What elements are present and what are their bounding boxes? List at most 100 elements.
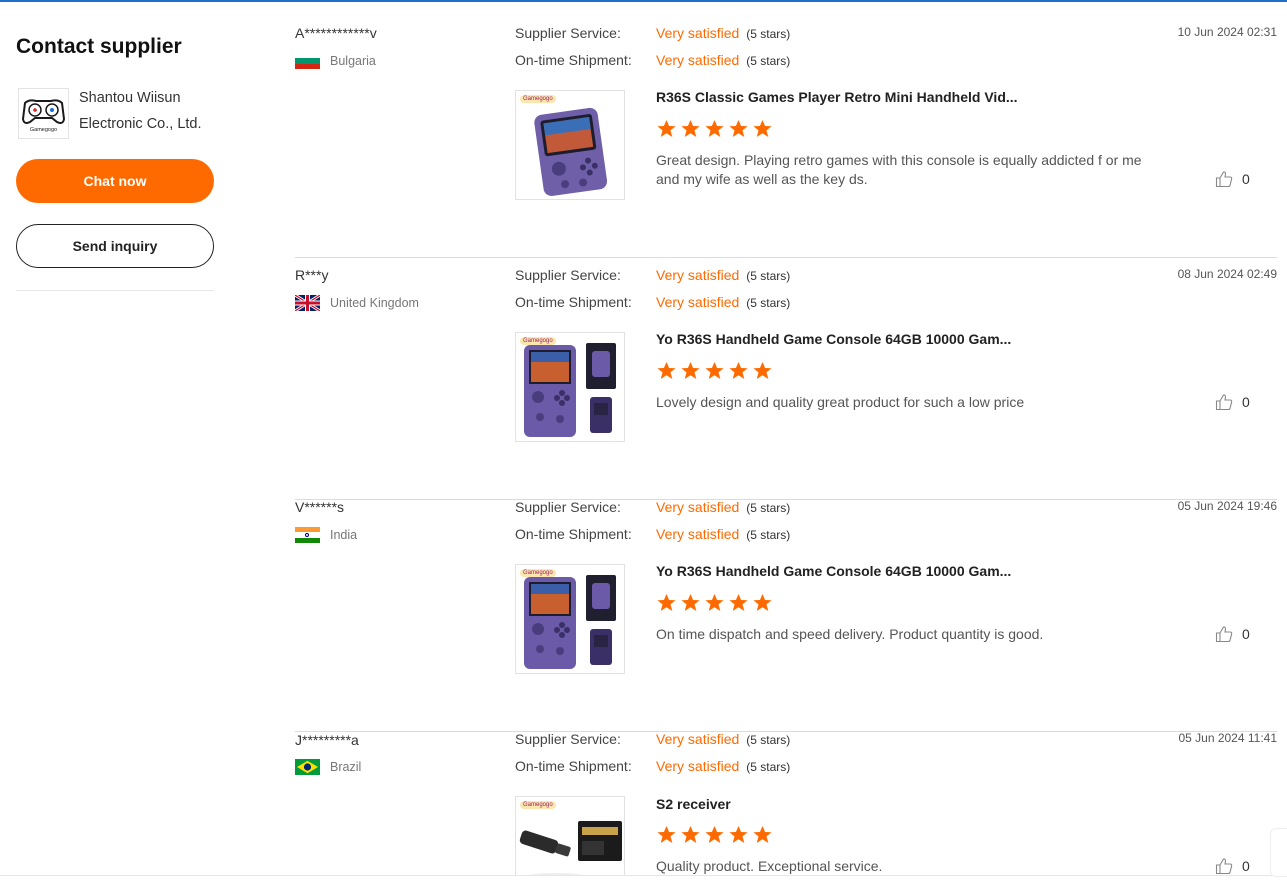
supplier-service-stars: (5 stars)	[746, 501, 791, 515]
flag-bulgaria-icon	[295, 53, 320, 69]
supplier-name-line2: Electronic Co., Ltd.	[79, 116, 202, 132]
supplier-service-stars: (5 stars)	[746, 27, 791, 41]
logo-text: Gamegogo	[30, 127, 57, 133]
rating-stars	[656, 361, 773, 381]
bottom-border	[0, 875, 1287, 876]
star-icon	[705, 362, 724, 379]
star-icon	[705, 120, 724, 137]
supplier-service-label: Supplier Service:	[515, 25, 621, 41]
supplier-service-rating: Supplier Service: Very satisfied (5 stars)	[515, 499, 790, 515]
review-comment: On time dispatch and speed delivery. Pro…	[656, 626, 1044, 642]
star-icon	[753, 826, 772, 843]
review-item: J*********a Brazil Supplier Service: Very…	[295, 732, 1277, 875]
flag-brazil-icon	[295, 759, 320, 775]
supplier-service-label: Supplier Service:	[515, 732, 621, 747]
star-icon	[681, 594, 700, 611]
shipment-label: On-time Shipment:	[515, 758, 632, 774]
star-icon	[753, 362, 772, 379]
top-accent-line	[0, 0, 1287, 2]
product-image[interactable]: Gamegogo	[515, 332, 625, 442]
review-date: 08 Jun 2024 02:49	[1177, 267, 1277, 281]
review-comment: Quality product. Exceptional service.	[656, 858, 883, 874]
shipment-rating: On-time Shipment: Very satisfied (5 stars)	[515, 52, 790, 68]
floating-widget-tab[interactable]	[1270, 828, 1287, 877]
shipment-stars: (5 stars)	[746, 760, 791, 774]
reviewer-country: Brazil	[295, 759, 361, 775]
reviewer-name: V******s	[295, 499, 345, 515]
shipment-label: On-time Shipment:	[515, 526, 632, 542]
shipment-value: Very satisfied	[656, 294, 740, 310]
supplier-service-value: Very satisfied	[656, 267, 740, 283]
review-date: 05 Jun 2024 19:46	[1177, 499, 1277, 513]
product-brand-tag: Gamegogo	[520, 569, 556, 577]
product-brand-tag: Gamegogo	[520, 801, 556, 809]
send-inquiry-button[interactable]: Send inquiry	[16, 224, 214, 268]
review-date: 10 Jun 2024 02:31	[1177, 25, 1277, 39]
supplier-service-rating: Supplier Service: Very satisfied (5 stars)	[515, 267, 790, 283]
product-title[interactable]: Yo R36S Handheld Game Console 64GB 10000…	[656, 331, 1011, 347]
like-button[interactable]: 0	[1215, 625, 1250, 643]
star-icon	[729, 362, 748, 379]
country-name: United Kingdom	[330, 296, 419, 310]
supplier-name[interactable]: Shantou Wiisun Electronic Co., Ltd.	[79, 85, 202, 139]
sidebar-divider	[16, 290, 214, 291]
product-image[interactable]: Gamegogo	[515, 796, 625, 875]
like-button[interactable]: 0	[1215, 393, 1250, 411]
reviewer-name: J*********a	[295, 732, 359, 748]
country-name: India	[330, 528, 358, 542]
product-brand-tag: Gamegogo	[520, 337, 556, 345]
star-icon	[657, 362, 676, 379]
chat-now-button[interactable]: Chat now	[16, 159, 214, 203]
like-count: 0	[1242, 171, 1250, 187]
thumbs-up-icon	[1215, 858, 1233, 875]
shipment-rating: On-time Shipment: Very satisfied (5 stars)	[515, 526, 790, 542]
supplier-service-rating: Supplier Service: Very satisfied (5 stars)	[515, 25, 790, 41]
country-name: Bulgaria	[330, 54, 376, 68]
product-brand-tag: Gamegogo	[520, 95, 556, 103]
reviewer-name: A************v	[295, 25, 377, 41]
shipment-label: On-time Shipment:	[515, 294, 632, 310]
country-name: Brazil	[330, 760, 362, 774]
shipment-rating: On-time Shipment: Very satisfied (5 stars)	[515, 758, 790, 774]
rating-stars	[656, 825, 773, 845]
reviewer-name: R***y	[295, 267, 329, 283]
star-icon	[753, 594, 772, 611]
shipment-rating: On-time Shipment: Very satisfied (5 stars)	[515, 294, 790, 310]
review-comment: Lovely design and quality great product …	[656, 394, 1025, 410]
flag-india-icon	[295, 527, 320, 543]
rating-stars	[656, 119, 773, 139]
product-title[interactable]: Yo R36S Handheld Game Console 64GB 10000…	[656, 563, 1011, 579]
product-title[interactable]: R36S Classic Games Player Retro Mini Han…	[656, 89, 1018, 105]
review-item: A************v Bulgaria Supplier Service…	[295, 25, 1277, 258]
star-icon	[681, 120, 700, 137]
review-date: 05 Jun 2024 11:41	[1178, 732, 1277, 745]
reviewer-country: United Kingdom	[295, 295, 419, 311]
like-count: 0	[1242, 626, 1250, 642]
star-icon	[657, 120, 676, 137]
reviewer-country: India	[295, 527, 357, 543]
like-button[interactable]: 0	[1215, 857, 1250, 875]
shipment-value: Very satisfied	[656, 526, 740, 542]
thumbs-up-icon	[1215, 394, 1233, 411]
star-icon	[729, 826, 748, 843]
star-icon	[705, 826, 724, 843]
shipment-stars: (5 stars)	[746, 528, 791, 542]
product-title[interactable]: S2 receiver	[656, 796, 731, 812]
reviewer-country: Bulgaria	[295, 53, 376, 69]
supplier-service-value: Very satisfied	[656, 732, 740, 747]
like-count: 0	[1242, 394, 1250, 410]
rating-stars	[656, 593, 773, 613]
product-image[interactable]: Gamegogo	[515, 564, 625, 674]
star-icon	[705, 594, 724, 611]
star-icon	[657, 826, 676, 843]
star-icon	[753, 120, 772, 137]
contact-supplier-title: Contact supplier	[16, 35, 182, 58]
star-icon	[729, 594, 748, 611]
star-icon	[729, 120, 748, 137]
supplier-logo[interactable]: Gamegogo	[18, 88, 69, 139]
like-button[interactable]: 0	[1215, 170, 1250, 188]
product-image[interactable]: Gamegogo	[515, 90, 625, 200]
flag-uk-icon	[295, 295, 320, 311]
shipment-label: On-time Shipment:	[515, 52, 632, 68]
contact-supplier-panel: Contact supplier Gamegogo Shantou Wiisun…	[16, 34, 214, 291]
